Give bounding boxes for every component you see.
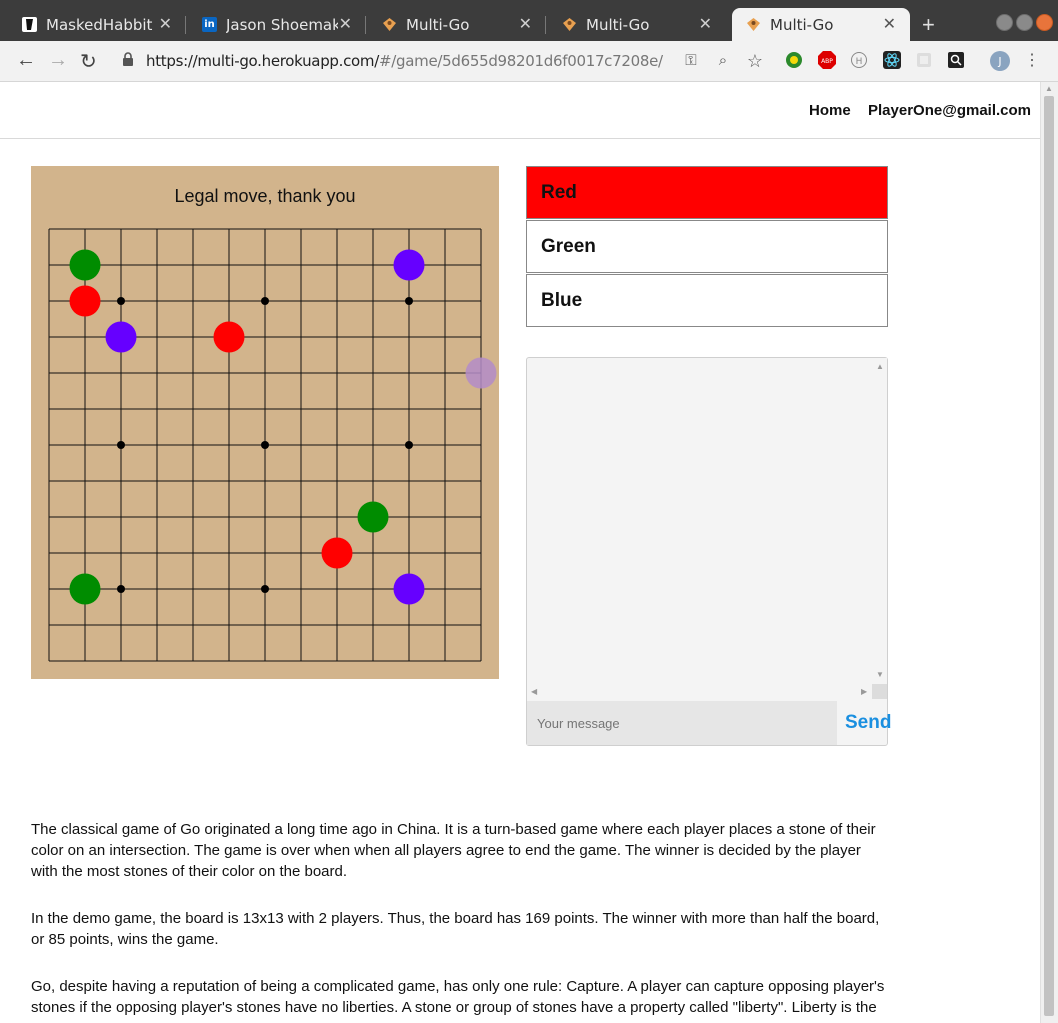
- player-list: Red Green Blue: [526, 166, 888, 328]
- hover-stone-preview: [465, 357, 497, 389]
- star-point: [405, 297, 413, 305]
- player-name: Green: [541, 236, 596, 257]
- browser-tab[interactable]: MaskedHabbit ✕: [8, 8, 186, 41]
- tab-title: Multi-Go: [770, 16, 834, 34]
- go-stone[interactable]: [69, 249, 101, 281]
- player-name: Blue: [541, 290, 583, 311]
- svg-text:H: H: [856, 57, 863, 67]
- browser-tab[interactable]: Multi-Go ✕: [548, 8, 726, 41]
- minimize-icon[interactable]: [996, 14, 1013, 31]
- player-blue[interactable]: Blue: [526, 274, 888, 327]
- svg-text:J: J: [997, 55, 1001, 68]
- go-stone[interactable]: [105, 321, 137, 353]
- go-board[interactable]: [31, 166, 499, 679]
- go-stone[interactable]: [213, 321, 245, 353]
- go-board-icon: [382, 17, 397, 32]
- adblock-icon[interactable]: ABP: [817, 51, 837, 71]
- extension-globe-icon[interactable]: [784, 51, 804, 71]
- scroll-left-icon[interactable]: ◀: [531, 687, 537, 696]
- app-navbar: Home PlayerOne@gmail.com: [0, 82, 1040, 139]
- chat-vertical-scrollbar[interactable]: ▲ ▼: [872, 358, 887, 684]
- close-tab-icon[interactable]: ✕: [339, 14, 352, 33]
- extension-h-icon[interactable]: H: [849, 51, 869, 71]
- profile-avatar-icon[interactable]: J: [990, 51, 1010, 71]
- star-point: [405, 441, 413, 449]
- tab-title: Multi-Go: [586, 16, 650, 34]
- star-point: [117, 297, 125, 305]
- close-tab-icon[interactable]: ✕: [159, 14, 172, 33]
- go-stone[interactable]: [393, 249, 425, 281]
- close-tab-icon[interactable]: ✕: [699, 14, 712, 33]
- chat-box: ▲ ▼ ◀ ▶ Send: [526, 357, 891, 746]
- page: Home PlayerOne@gmail.com Legal move, tha…: [0, 82, 1040, 1023]
- address-bar[interactable]: https://multi-go.herokuapp.com/#/game/5d…: [146, 52, 663, 70]
- bookmark-star-icon[interactable]: ☆: [745, 51, 765, 71]
- tab-title: Multi-Go: [406, 16, 470, 34]
- go-stone[interactable]: [321, 537, 353, 569]
- linkedin-icon: in: [202, 17, 217, 32]
- zoom-icon[interactable]: ⌕: [713, 51, 733, 71]
- chat-message-input[interactable]: [527, 701, 837, 745]
- browser-tab[interactable]: Multi-Go ✕: [368, 8, 546, 41]
- star-point: [261, 297, 269, 305]
- scroll-up-icon[interactable]: ▲: [876, 362, 884, 371]
- player-red[interactable]: Red: [526, 166, 888, 219]
- nav-user-link[interactable]: PlayerOne@gmail.com: [868, 102, 1031, 119]
- browser-toolbar: ← → ↻ https://multi-go.herokuapp.com/#/g…: [0, 41, 1058, 82]
- url-host: https://multi-go.herokuapp.com/: [146, 52, 379, 70]
- player-green[interactable]: Green: [526, 220, 888, 273]
- close-tab-icon[interactable]: ✕: [883, 14, 896, 33]
- description-paragraph: The classical game of Go originated a lo…: [31, 821, 876, 880]
- star-point: [261, 585, 269, 593]
- go-stone[interactable]: [69, 285, 101, 317]
- new-tab-icon[interactable]: +: [922, 12, 935, 38]
- scroll-down-icon[interactable]: ▼: [876, 670, 884, 679]
- lock-icon: [123, 52, 133, 66]
- go-board-icon: [562, 17, 577, 32]
- go-board-icon: [746, 17, 761, 32]
- tab-title: Jason Shoemaker: [226, 16, 338, 34]
- player-name: Red: [541, 182, 577, 203]
- tab-title: MaskedHabbit: [46, 16, 153, 34]
- scroll-up-icon[interactable]: ▲: [1045, 84, 1053, 93]
- browser-tab-active[interactable]: Multi-Go ✕: [732, 8, 910, 41]
- page-scrollbar[interactable]: ▲: [1040, 82, 1058, 1023]
- close-window-icon[interactable]: [1036, 14, 1053, 31]
- url-path: #/game/5d655d98201d6f0017c7208e/: [379, 52, 663, 70]
- go-stone[interactable]: [393, 573, 425, 605]
- react-devtools-icon[interactable]: [882, 51, 902, 71]
- nav-home-link[interactable]: Home: [809, 102, 851, 119]
- extension-search-icon[interactable]: [946, 51, 966, 71]
- browser-tab[interactable]: in Jason Shoemaker ✕: [188, 8, 366, 41]
- key-icon[interactable]: ⚿: [681, 51, 701, 71]
- star-point: [117, 585, 125, 593]
- go-stone[interactable]: [357, 501, 389, 533]
- chat-horizontal-scrollbar[interactable]: ◀ ▶: [527, 684, 873, 699]
- go-board-panel: Legal move, thank you: [31, 166, 499, 679]
- back-icon[interactable]: ←: [16, 49, 36, 72]
- scrollbar-corner: [872, 684, 887, 699]
- description-paragraph: In the demo game, the board is 13x13 wit…: [31, 910, 880, 948]
- svg-text:ABP: ABP: [821, 58, 833, 65]
- star-point: [261, 441, 269, 449]
- close-tab-icon[interactable]: ✕: [519, 14, 532, 33]
- go-stone[interactable]: [69, 573, 101, 605]
- page-scrollbar-thumb[interactable]: [1044, 96, 1054, 1016]
- maximize-icon[interactable]: [1016, 14, 1033, 31]
- browser-tab-bar: MaskedHabbit ✕ in Jason Shoemaker ✕ Mult…: [0, 0, 1058, 41]
- star-point: [117, 441, 125, 449]
- reload-icon[interactable]: ↻: [80, 49, 97, 74]
- browser-menu-icon[interactable]: ⋮: [1022, 51, 1042, 71]
- extension-page-icon[interactable]: [914, 51, 934, 71]
- send-button[interactable]: Send: [845, 712, 891, 734]
- forward-icon[interactable]: →: [48, 49, 68, 72]
- description-paragraph: Go, despite having a reputation of being…: [31, 978, 885, 1016]
- scroll-right-icon[interactable]: ▶: [861, 687, 867, 696]
- masked-habbit-icon: [22, 17, 37, 32]
